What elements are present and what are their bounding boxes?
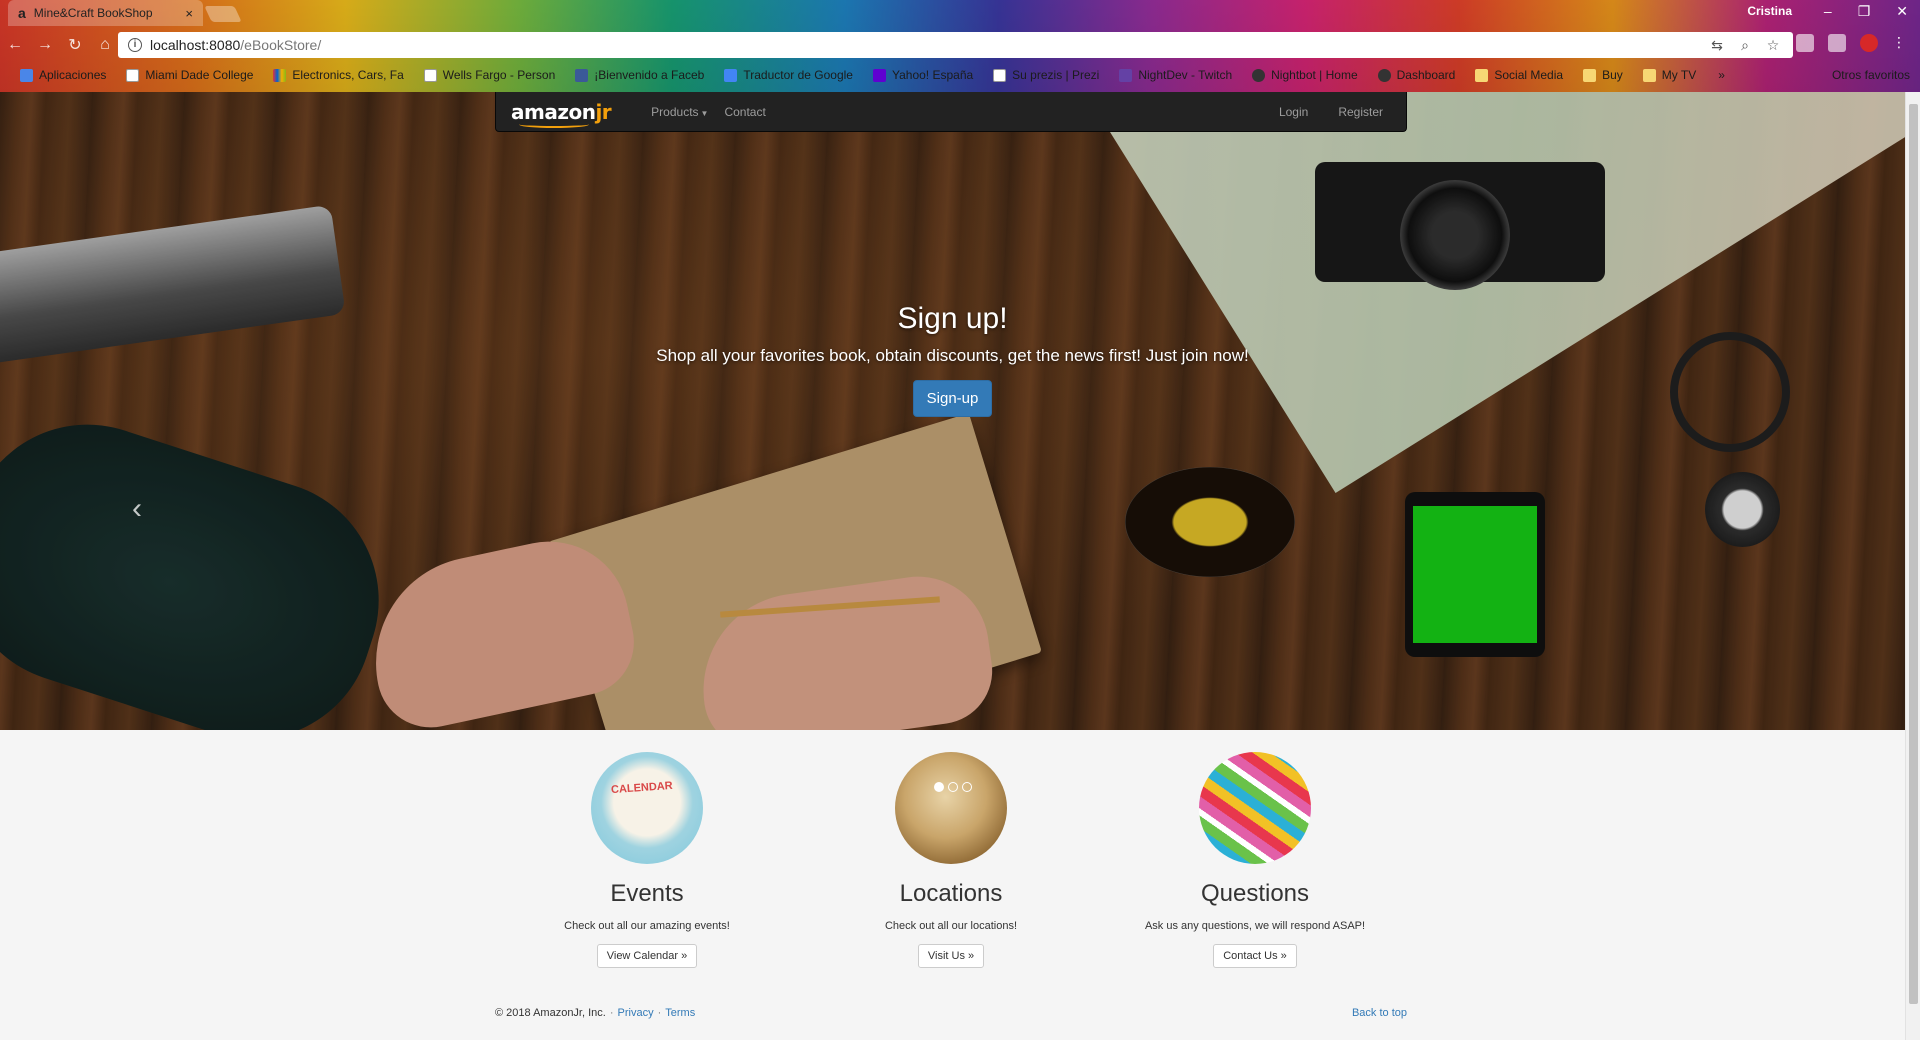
- zoom-icon[interactable]: ⌕: [1735, 37, 1755, 54]
- other-bookmarks[interactable]: Otros favoritos: [1826, 68, 1910, 82]
- bookmarks-overflow-icon[interactable]: »: [1718, 68, 1725, 82]
- maximize-icon[interactable]: ❐: [1858, 3, 1871, 20]
- bookmark-folder[interactable]: Buy: [1573, 68, 1633, 82]
- ebay-icon: [273, 68, 287, 82]
- close-tab-icon[interactable]: ×: [185, 6, 193, 21]
- bookmark-star-icon[interactable]: ☆: [1763, 37, 1783, 54]
- terms-link[interactable]: Terms: [665, 1007, 695, 1019]
- caret-down-icon: ▼: [700, 108, 709, 118]
- tab-title: Mine&Craft BookShop: [33, 6, 153, 20]
- bookmark-item[interactable]: Wells Fargo - Person: [414, 68, 565, 82]
- browser-toolbar: ← → ↻ ⌂ i localhost:8080 /eBookStore/ ⇆ …: [0, 30, 1920, 60]
- carousel-caption: Sign up! Shop all your favorites book, o…: [0, 302, 1905, 417]
- bookmark-item[interactable]: Su prezis | Prezi: [983, 68, 1109, 82]
- dashboard-icon: [1377, 68, 1391, 82]
- hero-text: Shop all your favorites book, obtain dis…: [656, 346, 1249, 365]
- view-calendar-button[interactable]: View Calendar »: [596, 944, 698, 968]
- nightbot-icon: [1252, 68, 1266, 82]
- amazon-favicon-icon: a: [18, 5, 26, 21]
- hero-carousel: ‹ Sign up! Shop all your favorites book,…: [0, 92, 1905, 730]
- bookmark-item[interactable]: Traductor de Google: [714, 68, 863, 82]
- scrollbar-thumb[interactable]: [1909, 104, 1918, 1004]
- yahoo-icon: [872, 68, 886, 82]
- extensions: ⋮: [1796, 34, 1906, 52]
- minimize-icon[interactable]: –: [1824, 3, 1832, 20]
- url-path: /eBookStore/: [240, 37, 322, 53]
- feature-title: Locations: [899, 880, 1003, 907]
- carousel-prev-arrow-icon[interactable]: ‹: [132, 492, 142, 526]
- calendar-image: CALENDAR: [591, 752, 703, 864]
- feature-text: Ask us any questions, we will respond AS…: [1144, 920, 1366, 932]
- address-bar[interactable]: i localhost:8080 /eBookStore/ ⇆ ⌕ ☆: [118, 32, 1793, 58]
- carousel-indicator[interactable]: [933, 782, 944, 792]
- nav-contact[interactable]: Contact: [716, 105, 773, 119]
- page-icon: [126, 68, 140, 82]
- bookmark-item[interactable]: Miami Dade College: [116, 68, 263, 82]
- bookmark-item[interactable]: Nightbot | Home: [1242, 68, 1368, 82]
- signup-button[interactable]: Sign-up: [912, 380, 993, 417]
- folder-icon: [1583, 68, 1597, 82]
- folder-icon: [1475, 68, 1489, 82]
- browser-tab[interactable]: a Mine&Craft BookShop ×: [8, 0, 203, 26]
- carousel-indicator[interactable]: [947, 782, 958, 792]
- window-controls: – ❐ ✕: [1824, 3, 1908, 20]
- feature-title: Events: [610, 880, 684, 907]
- forward-icon[interactable]: →: [30, 36, 60, 54]
- extension-icon[interactable]: [1828, 34, 1846, 52]
- feature-text: Check out all our locations!: [884, 920, 1018, 932]
- page-scrollbar[interactable]: [1905, 92, 1920, 1040]
- bookmark-folder[interactable]: My TV: [1633, 68, 1706, 82]
- nav-right: Login Register: [1271, 105, 1391, 119]
- translate-icon[interactable]: ⇆: [1707, 37, 1727, 54]
- privacy-link[interactable]: Privacy: [618, 1007, 654, 1019]
- feature-title: Questions: [1200, 880, 1310, 907]
- bookmark-folder[interactable]: Social Media: [1465, 68, 1573, 82]
- bookmark-item[interactable]: ¡Bienvenido a Faceb: [565, 68, 714, 82]
- world-map-image: [895, 752, 1007, 864]
- contact-us-button[interactable]: Contact Us »: [1213, 944, 1297, 968]
- back-icon[interactable]: ←: [0, 36, 30, 54]
- ublock-icon[interactable]: [1860, 34, 1878, 52]
- hero-title: Sign up!: [897, 302, 1008, 335]
- translate-icon: [724, 68, 738, 82]
- back-to-top-link[interactable]: Back to top: [1352, 1007, 1407, 1019]
- question-marks-image: [1199, 752, 1311, 864]
- close-window-icon[interactable]: ✕: [1896, 3, 1908, 20]
- bookmark-item[interactable]: Yahoo! España: [863, 68, 983, 82]
- reload-icon[interactable]: ↻: [60, 35, 90, 55]
- apps-icon: [20, 68, 33, 82]
- page-footer: © 2018 AmazonJr, Inc. · Privacy · Terms …: [495, 1007, 1407, 1019]
- amazon-smile-icon: [519, 121, 589, 128]
- menu-icon[interactable]: ⋮: [1892, 34, 1906, 52]
- page-viewport: ‹ Sign up! Shop all your favorites book,…: [0, 92, 1905, 1040]
- carousel-indicators: [0, 782, 1905, 792]
- facebook-icon: [575, 68, 589, 82]
- feature-text: Check out all our amazing events!: [564, 920, 730, 932]
- visit-us-button[interactable]: Visit Us »: [917, 944, 985, 968]
- bookmark-item[interactable]: Aplicaciones: [10, 68, 116, 82]
- extension-icon[interactable]: [1796, 34, 1814, 52]
- profile-name[interactable]: Cristina: [1747, 4, 1792, 18]
- home-icon[interactable]: ⌂: [90, 36, 120, 54]
- nav-register[interactable]: Register: [1330, 105, 1391, 119]
- page-icon: [993, 68, 1007, 82]
- site-info-icon[interactable]: i: [128, 38, 142, 52]
- bookmark-item[interactable]: Dashboard: [1368, 68, 1466, 82]
- bookmarks-bar: Aplicaciones Miami Dade College Electron…: [0, 62, 1920, 88]
- page-icon: [423, 68, 437, 82]
- twitch-icon: [1119, 68, 1133, 82]
- nav-login[interactable]: Login: [1271, 105, 1316, 119]
- url-host: localhost:8080: [150, 37, 241, 53]
- brand-logo[interactable]: amazonjr: [511, 100, 612, 128]
- carousel-indicator[interactable]: [961, 782, 972, 792]
- site-navbar: amazonjr Products ▼ Contact Login Registe…: [495, 92, 1407, 132]
- browser-chrome: a Mine&Craft BookShop × Cristina – ❐ ✕ ←…: [0, 0, 1920, 92]
- bookmark-item[interactable]: Electronics, Cars, Fa: [263, 68, 413, 82]
- folder-icon: [1642, 68, 1656, 82]
- copyright: © 2018 AmazonJr, Inc.: [495, 1007, 606, 1019]
- bookmark-item[interactable]: NightDev - Twitch: [1109, 68, 1242, 82]
- new-tab-button[interactable]: [204, 6, 242, 22]
- nav-products-dropdown[interactable]: Products ▼: [643, 105, 716, 119]
